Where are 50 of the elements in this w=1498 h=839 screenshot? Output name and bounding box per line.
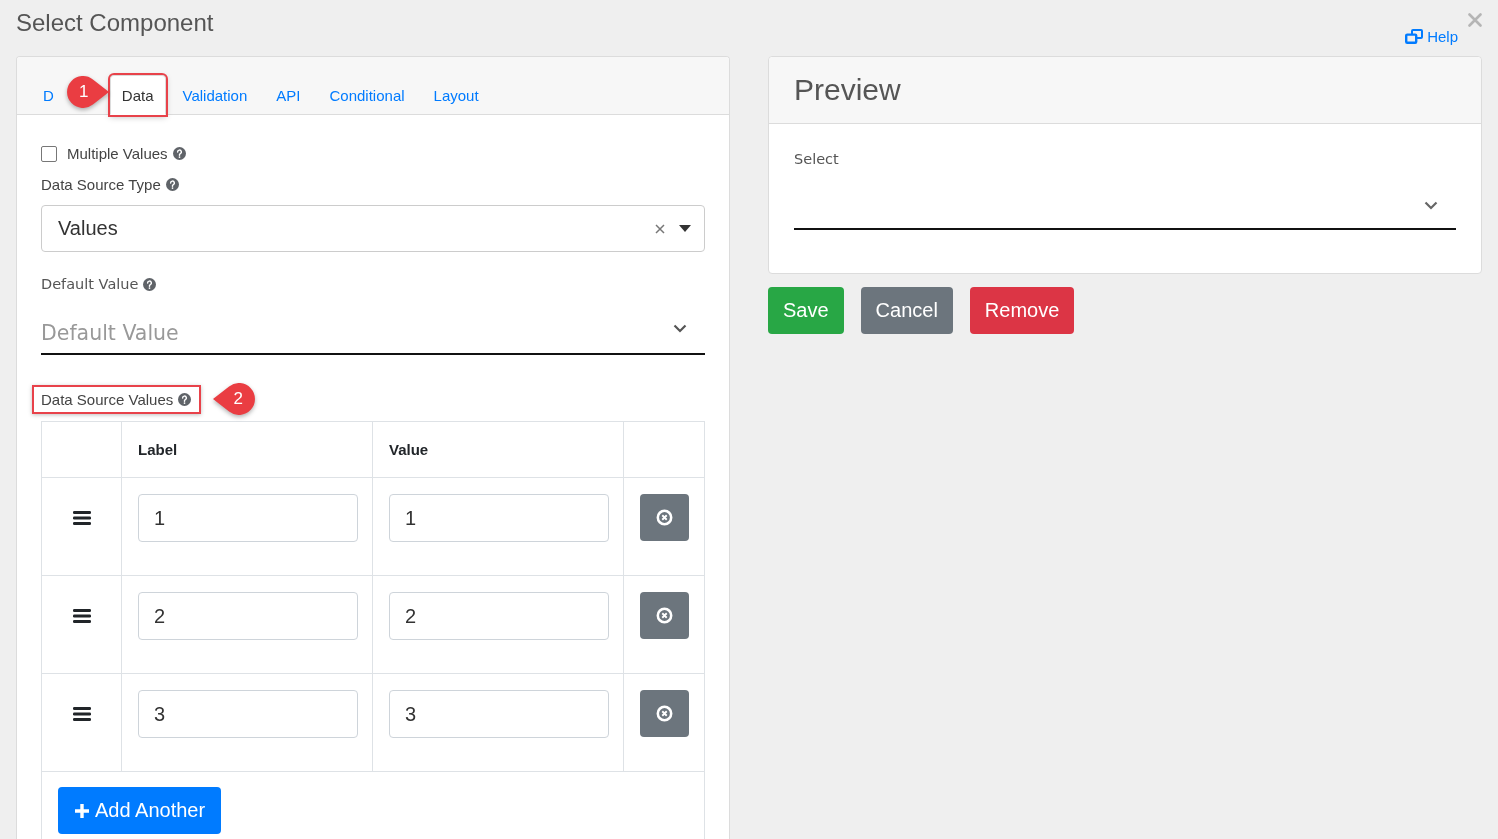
tab[interactable]: Validation (170, 75, 260, 115)
column-header: Label (138, 441, 178, 458)
circle-x-icon (656, 607, 673, 624)
column-header: Value (389, 441, 429, 458)
default-value-select[interactable]: Default Value (41, 313, 705, 355)
label-input[interactable]: 1 (138, 494, 358, 542)
question-circle-icon[interactable] (165, 178, 179, 191)
question-circle-icon[interactable] (172, 147, 186, 160)
remove-button[interactable] (640, 592, 689, 639)
tab[interactable]: Conditional (317, 75, 417, 115)
action-button[interactable]: Cancel (860, 287, 953, 334)
question-circle-icon[interactable] (178, 392, 192, 406)
caret-down-icon (679, 225, 691, 232)
checkbox[interactable] (41, 145, 57, 162)
help-link[interactable]: Help (1405, 28, 1458, 45)
callout-badge: 2 (212, 382, 257, 416)
value-input[interactable]: 2 (389, 592, 609, 640)
circle-x-icon (656, 509, 673, 526)
label-input[interactable]: 2 (138, 592, 358, 640)
data-source-type-select[interactable]: Values (41, 205, 705, 252)
field-label: Data Source Type (41, 176, 161, 193)
value-input[interactable]: 1 (389, 494, 609, 542)
callout-badge: 1 (65, 75, 110, 109)
checkbox-label: Multiple Values (67, 145, 168, 162)
clear-icon[interactable] (655, 223, 665, 234)
tab[interactable]: Data (109, 75, 166, 115)
overlapping-windows-icon (1405, 29, 1424, 44)
preview-title: Preview (794, 72, 901, 108)
chevron-down-icon (1424, 200, 1438, 210)
chevron-down-icon (673, 324, 687, 333)
tab[interactable]: API (264, 75, 313, 115)
menu-icon[interactable] (72, 511, 91, 525)
question-circle-icon[interactable] (143, 278, 157, 291)
tab[interactable]: Layout (421, 75, 491, 115)
field-label: Select (794, 151, 839, 168)
circle-x-icon (656, 705, 673, 722)
field-label: Data Source Values (41, 390, 174, 408)
remove-button[interactable] (640, 494, 689, 541)
plus-icon (74, 802, 90, 819)
label-input[interactable]: 3 (138, 690, 358, 738)
field-label: Default Value (41, 276, 139, 293)
menu-icon[interactable] (72, 707, 91, 721)
action-button[interactable]: Save (768, 287, 844, 334)
menu-icon[interactable] (72, 609, 91, 623)
value-input[interactable]: 3 (389, 690, 609, 738)
remove-button[interactable] (640, 690, 689, 737)
action-button[interactable]: Remove (969, 287, 1075, 334)
dialog-title: Select Component (16, 8, 214, 38)
add-another-button[interactable]: Add Another (58, 787, 222, 834)
tab[interactable]: D (31, 75, 66, 115)
